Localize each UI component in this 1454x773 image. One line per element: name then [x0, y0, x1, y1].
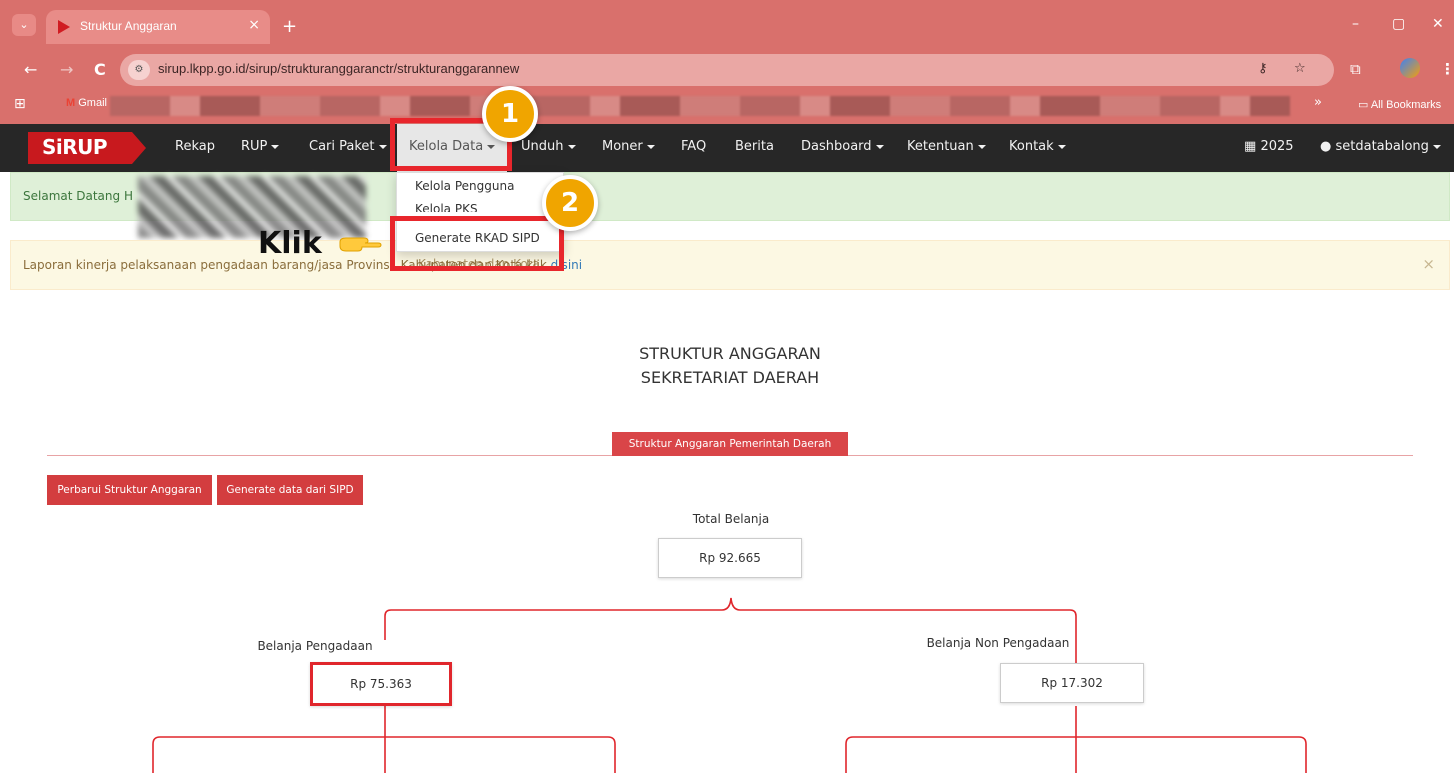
budget-tree-connectors [152, 597, 1307, 773]
belanja-non-pengadaan-label: Belanja Non Pengadaan [926, 636, 1070, 650]
belanja-non-pengadaan-box[interactable]: Rp 17.302 [1000, 663, 1144, 703]
belanja-pengadaan-box[interactable]: Rp 75.363 [310, 662, 452, 706]
belanja-pengadaan-label: Belanja Pengadaan [257, 639, 373, 653]
total-belanja-label: Total Belanja [692, 512, 770, 526]
total-belanja-box[interactable]: Rp 92.665 [658, 538, 802, 578]
